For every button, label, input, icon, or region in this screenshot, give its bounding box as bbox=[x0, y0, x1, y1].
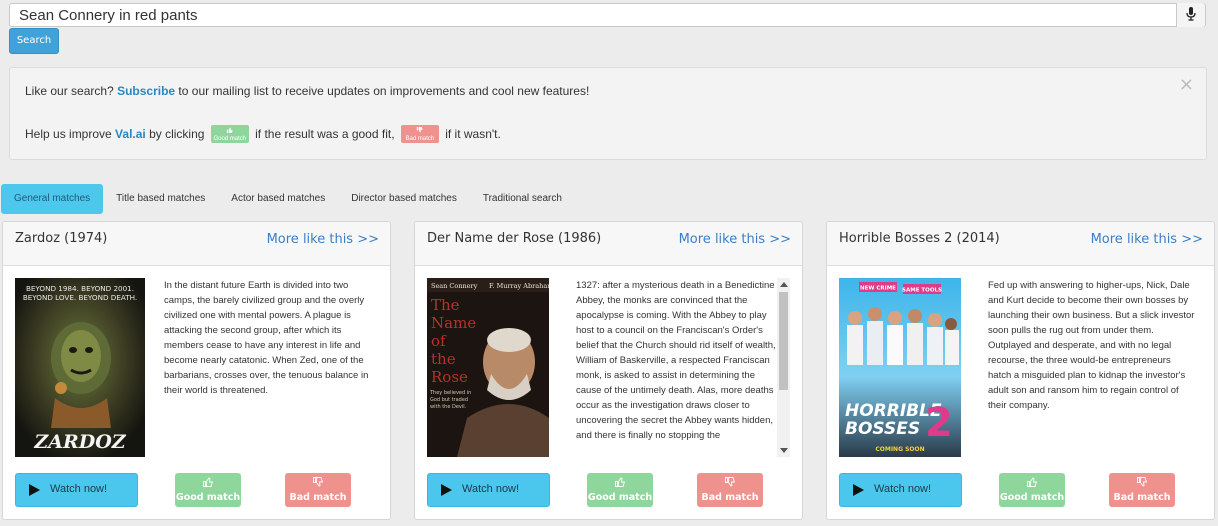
poster-tagline: NEW CRIME bbox=[860, 286, 896, 292]
thumbs-down-icon bbox=[417, 127, 423, 133]
tab-title-matches[interactable]: Title based matches bbox=[103, 184, 218, 214]
movie-card: Horrible Bosses 2 (2014) More like this … bbox=[826, 221, 1215, 520]
bad-match-badge: Bad match bbox=[400, 125, 439, 143]
watch-now-button[interactable]: Watch now! bbox=[839, 473, 962, 507]
card-header: Zardoz (1974) More like this >> bbox=[3, 222, 390, 266]
scroll-down-icon[interactable] bbox=[780, 448, 788, 453]
movie-card: Zardoz (1974) More like this >> BEYOND 1… bbox=[2, 221, 391, 520]
notice-text: if it wasn't. bbox=[441, 127, 501, 141]
description-scrollbar[interactable] bbox=[777, 278, 790, 457]
bad-match-label: Bad match bbox=[1113, 492, 1171, 503]
movie-title: Horrible Bosses 2 (2014) bbox=[839, 231, 1000, 246]
play-icon bbox=[441, 484, 452, 496]
thumbs-up-icon bbox=[203, 477, 213, 487]
watch-now-button[interactable]: Watch now! bbox=[427, 473, 550, 507]
good-match-button[interactable]: Good match bbox=[175, 473, 241, 507]
play-icon bbox=[29, 484, 40, 496]
good-match-label: Good match bbox=[587, 492, 653, 503]
brand-link[interactable]: Val.ai bbox=[115, 127, 146, 141]
bad-match-button[interactable]: Bad match bbox=[697, 473, 763, 507]
poster-tagline: COMING SOON bbox=[875, 446, 924, 453]
thumbs-down-icon bbox=[313, 477, 323, 487]
card-header: Horrible Bosses 2 (2014) More like this … bbox=[827, 222, 1214, 266]
feedback-notice: × Like our search? Subscribe to our mail… bbox=[9, 67, 1207, 160]
bad-match-label: Bad match bbox=[289, 492, 347, 503]
card-header: Der Name der Rose (1986) More like this … bbox=[415, 222, 802, 266]
tab-actor-matches[interactable]: Actor based matches bbox=[218, 184, 338, 214]
bad-match-button[interactable]: Bad match bbox=[1109, 473, 1175, 507]
poster-title: The bbox=[431, 296, 460, 314]
bad-match-label: Bad match bbox=[701, 492, 759, 503]
poster-title: Rose bbox=[431, 368, 468, 386]
scroll-thumb[interactable] bbox=[779, 292, 788, 390]
subscribe-link[interactable]: Subscribe bbox=[117, 84, 175, 98]
good-match-label: Good match bbox=[175, 492, 241, 503]
microphone-icon bbox=[1186, 7, 1196, 21]
play-icon bbox=[853, 484, 864, 496]
movie-description: Fed up with answering to higher-ups, Nic… bbox=[988, 280, 1195, 411]
poster-title: BOSSES bbox=[845, 419, 920, 439]
thumbs-up-icon bbox=[227, 127, 233, 133]
watch-now-label: Watch now! bbox=[874, 483, 932, 495]
watch-now-button[interactable]: Watch now! bbox=[15, 473, 138, 507]
poster-title: Name bbox=[431, 314, 476, 332]
match-tabs: General matches Title based matches Acto… bbox=[1, 184, 575, 214]
poster-credit: F. Murray Abraham bbox=[489, 282, 549, 290]
notice-text: Help us improve bbox=[25, 127, 116, 141]
movie-poster[interactable]: NEW CRIME SAME TOOLS HORRIBLE BOSSES 2 C… bbox=[839, 278, 969, 457]
thumbs-down-icon bbox=[1137, 477, 1147, 487]
movie-description: 1327: after a mysterious death in a Bene… bbox=[576, 280, 776, 441]
poster-tagline: They believed in God but traded with the… bbox=[430, 390, 472, 410]
scroll-up-icon[interactable] bbox=[780, 282, 788, 287]
poster-title: the bbox=[431, 350, 456, 368]
watch-now-label: Watch now! bbox=[462, 483, 520, 495]
notice-text: to our mailing list to receive updates o… bbox=[175, 84, 590, 98]
good-match-button[interactable]: Good match bbox=[999, 473, 1065, 507]
watch-now-label: Watch now! bbox=[50, 483, 108, 495]
poster-title: of bbox=[431, 332, 447, 350]
movie-title: Zardoz (1974) bbox=[15, 231, 108, 246]
movie-poster[interactable]: BEYOND 1984. BEYOND 2001. BEYOND LOVE. B… bbox=[15, 278, 145, 457]
more-like-this-link[interactable]: More like this >> bbox=[679, 232, 791, 247]
microphone-button[interactable] bbox=[1176, 3, 1205, 27]
tab-general-matches[interactable]: General matches bbox=[1, 184, 104, 214]
notice-text: Like our search? bbox=[25, 84, 118, 98]
notice-text: if the result was a good fit, bbox=[251, 127, 398, 141]
poster-credit: Sean Connery bbox=[431, 282, 478, 290]
good-match-label: Good match bbox=[999, 492, 1065, 503]
search-button[interactable]: Search bbox=[9, 28, 59, 54]
poster-title: ZARDOZ bbox=[33, 431, 126, 453]
tab-director-matches[interactable]: Director based matches bbox=[338, 184, 470, 214]
tab-traditional-search[interactable]: Traditional search bbox=[470, 184, 575, 214]
good-match-badge: Good match bbox=[210, 125, 249, 143]
poster-tagline: BEYOND LOVE. BEYOND DEATH. bbox=[23, 293, 137, 302]
movie-description: In the distant future Earth is divided i… bbox=[164, 280, 369, 396]
close-icon[interactable]: × bbox=[1179, 74, 1194, 95]
more-like-this-link[interactable]: More like this >> bbox=[1091, 232, 1203, 247]
thumbs-up-icon bbox=[1027, 477, 1037, 487]
poster-tagline: SAME TOOLS bbox=[902, 288, 942, 294]
thumbs-down-icon bbox=[725, 477, 735, 487]
notice-text: by clicking bbox=[145, 127, 208, 141]
search-bar bbox=[9, 3, 1206, 27]
poster-tagline: BEYOND 1984. BEYOND 2001. bbox=[26, 284, 134, 293]
more-like-this-link[interactable]: More like this >> bbox=[267, 232, 379, 247]
poster-title: 2 bbox=[925, 400, 953, 446]
bad-match-button[interactable]: Bad match bbox=[285, 473, 351, 507]
thumbs-up-icon bbox=[615, 477, 625, 487]
movie-poster[interactable]: Sean Connery F. Murray Abraham The Name … bbox=[427, 278, 557, 457]
search-input[interactable] bbox=[10, 4, 1178, 26]
subscribe-line: Like our search? Subscribe to our mailin… bbox=[25, 84, 589, 98]
movie-card: Der Name der Rose (1986) More like this … bbox=[414, 221, 803, 520]
feedback-line: Help us improve Val.ai by clicking Good … bbox=[25, 125, 501, 143]
movie-title: Der Name der Rose (1986) bbox=[427, 231, 602, 246]
good-match-button[interactable]: Good match bbox=[587, 473, 653, 507]
